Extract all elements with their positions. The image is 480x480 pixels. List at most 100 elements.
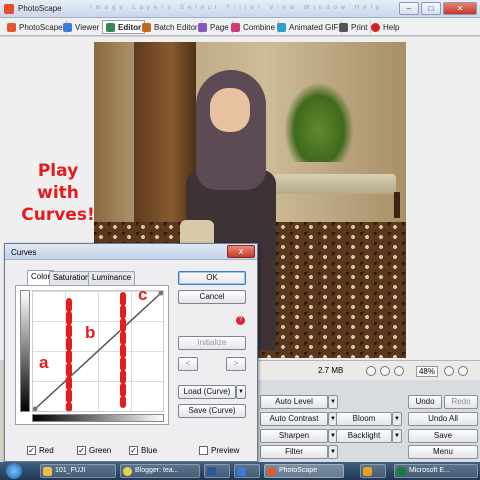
person-face bbox=[210, 88, 250, 132]
filter-dropdown[interactable]: ▼ bbox=[328, 445, 338, 459]
tab-luminance[interactable]: Luminance bbox=[88, 271, 136, 285]
prev-button[interactable]: < bbox=[178, 357, 198, 371]
tab-animated-gif[interactable]: Animated GIF bbox=[274, 20, 343, 34]
page-icon bbox=[198, 22, 207, 32]
load-curve-dropdown[interactable]: ▼ bbox=[236, 385, 246, 399]
status-bar: 2.7 MB 48% bbox=[258, 360, 480, 380]
undo-button[interactable]: Undo bbox=[408, 395, 442, 409]
tab-combine[interactable]: Combine bbox=[228, 20, 280, 34]
auto-level-button[interactable]: Auto Level bbox=[260, 395, 328, 409]
photo-bench-legs bbox=[270, 192, 400, 218]
task-photoscape[interactable]: PhotoScape bbox=[264, 464, 344, 478]
taskbar: 101_FUJI Blogger: tea... PhotoScape Micr… bbox=[0, 462, 480, 480]
rotate-left-icon[interactable] bbox=[366, 366, 376, 376]
sharpen-button[interactable]: Sharpen bbox=[260, 429, 328, 443]
overlay-line-2: with bbox=[37, 183, 79, 203]
dialog-close-button[interactable]: x bbox=[227, 245, 255, 258]
app-title: PhotoScape bbox=[18, 4, 62, 13]
filter-button[interactable]: Filter bbox=[260, 445, 328, 459]
preview-checkbox[interactable]: Preview bbox=[199, 446, 239, 455]
photoscape-task-icon bbox=[267, 467, 276, 476]
bloom-button[interactable]: Bloom bbox=[336, 412, 392, 426]
save-curve-button[interactable]: Save (Curve) bbox=[178, 404, 246, 418]
zoom-level[interactable]: 48% bbox=[416, 366, 438, 377]
help-icon bbox=[371, 22, 380, 32]
task-excel[interactable]: Microsoft E... bbox=[394, 464, 478, 478]
dialog-title-bar[interactable]: Curves x bbox=[5, 244, 257, 260]
curve-label-a: a bbox=[39, 353, 49, 372]
curve-label-b: b bbox=[85, 323, 96, 342]
undo-all-button[interactable]: Undo All bbox=[408, 412, 478, 426]
next-button[interactable]: > bbox=[226, 357, 246, 371]
combine-icon bbox=[231, 22, 240, 32]
output-gradient bbox=[20, 290, 30, 412]
initialize-button[interactable]: Initialize bbox=[178, 336, 246, 350]
red-check-icon: ✓ bbox=[27, 446, 36, 455]
minimize-button[interactable]: – bbox=[399, 2, 419, 15]
curve-label-c: c bbox=[138, 285, 148, 304]
redo-button[interactable]: Redo bbox=[444, 395, 478, 409]
backlight-button[interactable]: Backlight bbox=[336, 429, 392, 443]
excel-icon bbox=[397, 467, 406, 476]
editor-panel: Auto Level ▼ Auto Contrast ▼ Sharpen ▼ F… bbox=[258, 380, 480, 462]
backlight-dropdown[interactable]: ▼ bbox=[392, 429, 402, 443]
curve-overlay bbox=[33, 291, 163, 411]
help-icon[interactable]: ? bbox=[236, 316, 245, 325]
task-blogger[interactable]: Blogger: tea... bbox=[120, 464, 200, 478]
folder-icon bbox=[43, 467, 52, 476]
blue-check-icon: ✓ bbox=[129, 446, 138, 455]
close-window-button[interactable]: ✕ bbox=[443, 2, 477, 15]
chrome-icon bbox=[123, 467, 132, 476]
auto-contrast-button[interactable]: Auto Contrast bbox=[260, 412, 328, 426]
animated-gif-icon bbox=[277, 22, 286, 32]
tab-help[interactable]: Help bbox=[368, 20, 402, 34]
curves-dialog: Curves x Color Saturation Luminance a b … bbox=[4, 243, 258, 462]
zoom-out-icon[interactable] bbox=[444, 366, 454, 376]
curve-plot[interactable]: a b c bbox=[32, 285, 164, 412]
start-button[interactable] bbox=[6, 463, 22, 479]
tab-saturation[interactable]: Saturation bbox=[49, 271, 94, 285]
curve-editor[interactable]: a b c bbox=[15, 285, 169, 425]
app-icon bbox=[237, 467, 246, 476]
green-checkbox[interactable]: ✓ Green bbox=[77, 446, 111, 455]
media-icon bbox=[363, 467, 372, 476]
curve-line bbox=[34, 292, 162, 410]
overlay-line-1: Play bbox=[37, 161, 79, 181]
word-icon bbox=[207, 467, 216, 476]
blue-checkbox[interactable]: ✓ Blue bbox=[129, 446, 157, 455]
dialog-title: Curves bbox=[11, 248, 37, 257]
load-curve-button[interactable]: Load (Curve) bbox=[178, 385, 236, 399]
red-checkbox[interactable]: ✓ Red bbox=[27, 446, 54, 455]
ok-button[interactable]: OK bbox=[178, 271, 246, 285]
green-check-icon: ✓ bbox=[77, 446, 86, 455]
photo-bench bbox=[274, 174, 396, 194]
auto-level-dropdown[interactable]: ▼ bbox=[328, 395, 338, 409]
maximize-button[interactable]: □ bbox=[421, 2, 441, 15]
title-bar: PhotoScape Image Layers Select Filter Vi… bbox=[0, 0, 480, 18]
batch-editor-icon bbox=[142, 22, 151, 32]
task-media[interactable] bbox=[360, 464, 386, 478]
flip-icon[interactable] bbox=[394, 366, 404, 376]
photoscape-icon bbox=[7, 22, 16, 32]
cancel-button[interactable]: Cancel bbox=[178, 290, 246, 304]
task-101-fuji[interactable]: 101_FUJI bbox=[40, 464, 116, 478]
viewer-icon bbox=[63, 22, 72, 32]
task-app[interactable] bbox=[234, 464, 260, 478]
file-size: 2.7 MB bbox=[318, 366, 344, 375]
tab-batch-editor[interactable]: Batch Editor bbox=[139, 20, 202, 34]
tab-bar: PhotoScape Viewer Editor Batch Editor Pa… bbox=[0, 18, 480, 36]
input-gradient bbox=[32, 414, 164, 422]
zoom-in-icon[interactable] bbox=[458, 366, 468, 376]
tab-viewer[interactable]: Viewer bbox=[60, 20, 104, 34]
preview-check-icon bbox=[199, 446, 208, 455]
save-button[interactable]: Save bbox=[408, 429, 478, 443]
rotate-right-icon[interactable] bbox=[380, 366, 390, 376]
menu-button[interactable]: Menu bbox=[408, 445, 478, 459]
tab-print[interactable]: Print bbox=[336, 20, 372, 34]
overlay-line-3: Curves! bbox=[21, 205, 95, 225]
task-word[interactable] bbox=[204, 464, 230, 478]
app-logo-icon bbox=[4, 4, 14, 14]
overlay-caption: Play with Curves! bbox=[18, 160, 98, 226]
tab-photoscape[interactable]: PhotoScape bbox=[4, 20, 67, 34]
bloom-dropdown[interactable]: ▼ bbox=[392, 412, 402, 426]
